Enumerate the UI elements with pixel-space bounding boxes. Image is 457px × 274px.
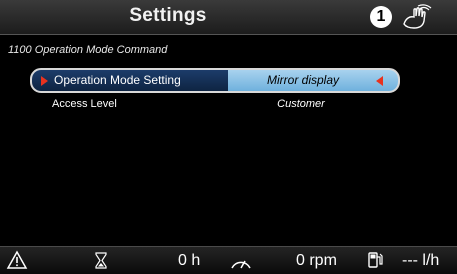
setting-value[interactable]: Mirror display [228, 73, 378, 87]
operating-hours-value: 0 h [178, 252, 201, 269]
fuel-pump-icon [368, 252, 383, 268]
caret-left-icon[interactable] [376, 76, 383, 86]
speedometer-icon [231, 260, 251, 269]
hand-touch-icon[interactable] [400, 4, 434, 30]
setting-label: Access Level [52, 98, 117, 110]
title-bar: Settings 1 [0, 0, 457, 35]
breadcrumb: 1100 Operation Mode Command [8, 44, 168, 56]
status-bar: 0 h 0 rpm --- l/h [0, 246, 457, 274]
warning-triangle-icon [6, 250, 28, 269]
setting-label: Operation Mode Setting [54, 73, 181, 87]
info-badge-number: 1 [376, 8, 386, 25]
caret-right-icon [41, 76, 48, 86]
setting-value: Customer [277, 98, 325, 110]
hourglass-icon [95, 252, 107, 269]
info-icon[interactable]: 1 [370, 6, 392, 28]
engine-rpm-value: 0 rpm [296, 252, 337, 269]
fuel-consumption-value: --- l/h [402, 252, 440, 269]
page-title: Settings [129, 5, 207, 26]
setting-row-operation-mode[interactable]: Operation Mode Setting Mirror display [30, 68, 400, 93]
setting-row-access-level[interactable]: Access Level Customer [30, 95, 396, 115]
